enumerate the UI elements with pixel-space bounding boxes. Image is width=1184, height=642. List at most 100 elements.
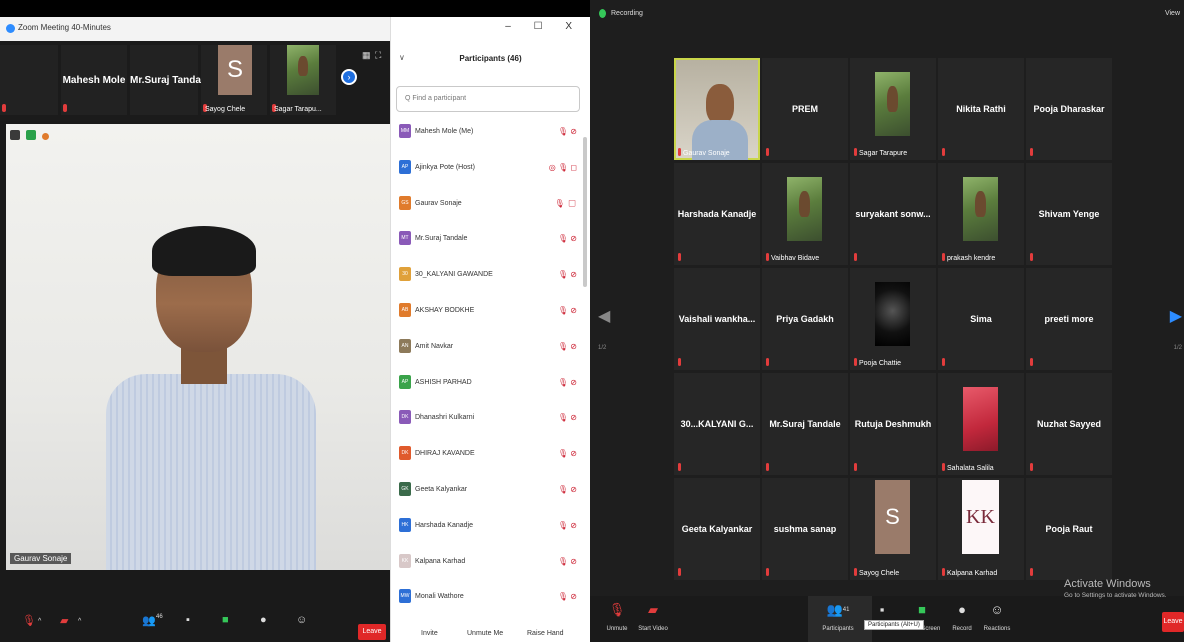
record-button[interactable]: ● Record [948,601,976,632]
participant-tile[interactable]: 30...KALYANI G... [674,373,760,475]
chat-icon[interactable]: ▪ [186,614,190,626]
avatar: 30 [399,267,411,282]
participant-name: Mahesh Mole (Me) [415,128,474,135]
participant-name: Harshada Kanadje [415,521,473,529]
muted-mic-icon [766,568,769,576]
participant-tile[interactable]: Vaishali wankha... [674,268,760,370]
start-video-label: Start Video [638,626,668,632]
avatar: AP [399,159,411,174]
participant-row[interactable]: GK Geeta Kalyankar 🎙 ⊘ [397,477,583,513]
unmute-button[interactable]: 🎙 Unmute [600,601,634,632]
meeting-info-icons [10,130,52,143]
next-page-icon[interactable]: › [341,69,357,85]
scrollbar[interactable] [583,137,587,287]
panel-footer: Invite Unmute Me Raise Hand [391,630,590,642]
raise-hand-button[interactable]: Raise Hand [527,630,564,637]
window-controls[interactable]: – ☐ X [505,21,582,32]
next-page-icon[interactable]: ▶ [1170,306,1182,326]
zoom-logo-icon [6,24,15,33]
participant-tile[interactable]: sushma sanap [762,478,848,580]
strip-tile-mahesh[interactable]: Mahesh Mole [61,45,127,115]
participant-tile[interactable]: KK Kalpana Karhad [938,478,1024,580]
start-video-button[interactable]: ▰ Start Video [636,601,670,632]
avatar: DK [399,446,411,461]
participant-tile[interactable]: Rutuja Deshmukh [850,373,936,475]
participant-row[interactable]: MW Monali Wathore 🎙 ⊘ [397,584,583,620]
participant-tile[interactable]: Pooja Raut [1026,478,1112,580]
record-icon[interactable]: ● [260,614,267,626]
fullscreen-icon[interactable]: ⛶ [375,50,381,61]
participant-tile[interactable]: Harshada Kanadje [674,163,760,265]
shield-icon[interactable] [599,9,606,18]
strip-tile-sayog[interactable]: S Sayog Chele [201,45,267,115]
participant-tile[interactable]: S Sayog Chele [850,478,936,580]
leave-button[interactable]: Leave [1162,612,1184,632]
participant-search-input[interactable]: Q Find a participant [396,86,580,112]
participant-row[interactable]: AB AKSHAY BODKHE 🎙 ⊘ [397,298,583,334]
chat-button[interactable]: ▪ [872,601,892,619]
participant-tile[interactable]: Shivam Yenge [1026,163,1112,265]
participant-tile[interactable]: Geeta Kalyankar [674,478,760,580]
panel-title: Participants (46) [459,54,522,63]
participant-photo [287,45,319,95]
participant-photo [875,282,910,346]
muted-mic-icon[interactable]: 🎙 [22,614,36,627]
invite-button[interactable]: Invite [421,630,438,637]
avatar: KK [399,553,411,568]
unmute-me-button[interactable]: Unmute Me [467,630,503,637]
participant-row[interactable]: DK DHIRAJ KAVANDE 🎙 ⊘ [397,441,583,477]
video-off-icon[interactable]: ▰ [60,614,68,627]
participant-tile[interactable]: Vaibhav Bidave [762,163,848,265]
participant-tile[interactable]: Pooja Chattie [850,268,936,370]
muted-mic-icon [678,568,681,576]
tile-name: Kalpana Karhad [947,570,998,577]
participant-tile[interactable]: Nikita Rathi [938,58,1024,160]
participant-tile[interactable]: prakash kendre [938,163,1024,265]
participant-row[interactable]: DK Dhanashri Kulkarni 🎙 ⊘ [397,405,583,441]
participants-button[interactable]: 👥41 Participants [808,596,872,642]
chevron-up-icon[interactable]: ^ [78,618,81,625]
participant-row[interactable]: GS Gaurav Sonaje 🎙 ◻ [397,191,583,227]
participant-tile[interactable]: suryakant sonw... [850,163,936,265]
participant-tile[interactable]: Nuzhat Sayyed [1026,373,1112,475]
participant-tile[interactable]: Mr.Suraj Tandale [762,373,848,475]
leave-button[interactable]: Leave [358,624,386,640]
participant-tile[interactable]: Sagar Tarapure [850,58,936,160]
participants-button-inner: 👥41 Participants [818,601,858,632]
participant-tile[interactable]: Pooja Dharaskar [1026,58,1112,160]
grid-view-icon[interactable]: ▦ [362,50,371,61]
participant-tile[interactable]: Sahalata Salila [938,373,1024,475]
participant-row[interactable]: AP Ajinkya Pote (Host) ◎ 🎙 ◻ [397,155,583,191]
participant-row[interactable]: KK Kalpana Karhad 🎙 ⊘ [397,549,583,585]
participant-photo [963,387,998,451]
participant-row[interactable]: AP ASHISH PARHAD 🎙 ⊘ [397,370,583,406]
view-button[interactable]: View [1165,10,1180,17]
info-icon[interactable] [10,130,20,140]
participant-row[interactable]: 30 30_KALYANI GAWANDE 🎙 ⊘ [397,262,583,298]
reactions-button[interactable]: ☺ Reactions [982,601,1012,632]
participant-row[interactable]: MT Mr.Suraj Tandale 🎙 ⊘ [397,226,583,262]
participant-tile[interactable]: Priya Gadakh [762,268,848,370]
strip-tile-sagar[interactable]: Sagar Tarapu... [270,45,336,115]
participant-tile[interactable]: Sima [938,268,1024,370]
prev-page-icon[interactable]: ◀ [598,306,610,326]
reactions-icon[interactable]: ☺ [296,614,307,626]
strip-tile-empty[interactable] [0,45,58,115]
participant-row[interactable]: MM Mahesh Mole (Me) 🎙 ⊘ [397,119,583,155]
mic-video-status-icon: 🎙 ⊘ [557,234,577,244]
participant-row[interactable]: HK Harshada Kanadje 🎙 ⊘ [397,513,583,549]
participants-icon: 👥41 [826,602,850,617]
muted-mic-icon [854,358,857,366]
participant-tile[interactable]: preeti more [1026,268,1112,370]
chevron-up-icon[interactable]: ^ [38,618,41,625]
share-screen-icon[interactable]: ■ [222,614,229,626]
participant-tile[interactable]: PREM [762,58,848,160]
participant-row[interactable]: AN Amit Navkar 🎙 ⊘ [397,334,583,370]
avatar-logo: KK [962,480,999,554]
shield-icon[interactable] [25,130,36,140]
tile-name: Sahalata Salila [947,465,994,472]
participants-icon[interactable]: 👥 [142,614,156,627]
strip-tile-suraj[interactable]: Mr.Suraj Tandale [130,45,209,115]
muted-mic-icon [942,463,945,471]
participant-tile[interactable]: Gaurav Sonaje [674,58,760,160]
